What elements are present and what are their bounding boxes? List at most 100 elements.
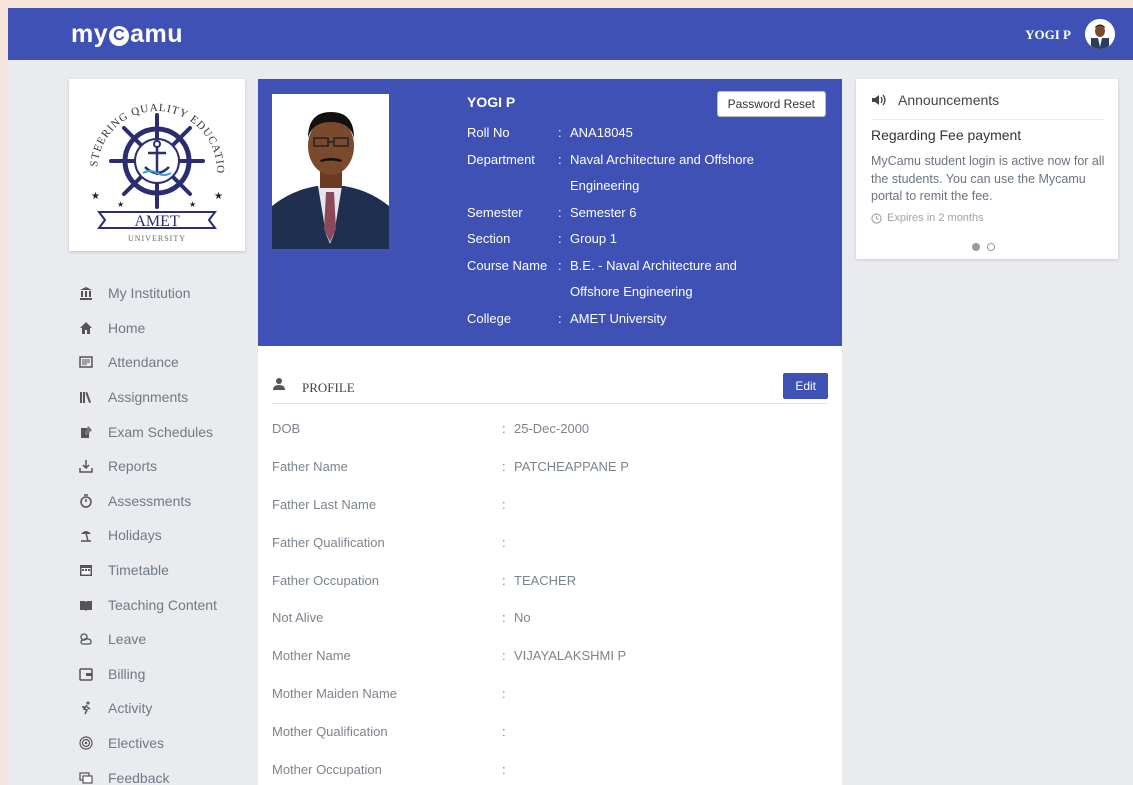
calendar-icon <box>78 562 94 578</box>
student-name: YOGI P <box>467 94 516 110</box>
info-row-section: Section: Group 1 <box>467 226 827 253</box>
info-row-department: Department: Naval Architecture and Offsho… <box>467 147 827 200</box>
sidebar-item-billing[interactable]: Billing <box>78 657 258 692</box>
field-father-last-name: Father Last Name: <box>272 496 506 512</box>
carousel-dot-2[interactable] <box>987 243 995 251</box>
sidebar-nav: My Institution Home Attendance Assignmen… <box>78 276 258 785</box>
info-row-college: College: AMET University <box>467 306 827 333</box>
field-value: TEACHER <box>514 572 577 588</box>
sidebar-item-my-institution[interactable]: My Institution <box>78 276 258 311</box>
sidebar-item-label: Home <box>108 319 146 336</box>
app-frame: myCamu YOGI P STEERING QUALITY EDUCATION <box>8 8 1133 785</box>
sidebar-item-teaching-content[interactable]: Teaching Content <box>78 587 258 622</box>
profile-section-header: PROFILE Edit <box>272 370 828 404</box>
attendance-icon <box>78 354 94 370</box>
logo-text-pre: my <box>71 20 109 48</box>
exam-icon <box>78 424 94 440</box>
info-key: College <box>467 310 512 326</box>
sidebar-item-label: Exam Schedules <box>108 423 214 440</box>
expiry-text: Expires in 2 months <box>887 212 984 224</box>
sidebar-item-assessments[interactable]: Assessments <box>78 484 258 519</box>
field-dob: DOB:25-Dec-2000 <box>272 410 828 448</box>
info-key: Department <box>467 151 535 167</box>
field-father-occupation: Father Occupation: TEACHER <box>272 561 828 599</box>
sidebar-item-label: My Institution <box>108 285 191 302</box>
sidebar-item-label: Teaching Content <box>108 596 217 613</box>
field-key: Father Occupation <box>272 572 379 588</box>
institution-icon <box>78 285 94 301</box>
sidebar-item-feedback[interactable]: Feedback <box>78 760 258 785</box>
field-mother-occupation: Mother Occupation: <box>272 761 506 777</box>
field-key: Not Alive <box>272 610 324 626</box>
home-icon <box>78 320 94 336</box>
field-mother-name: Mother Name: VIJAYALAKSHMI P <box>272 637 828 675</box>
sidebar-item-label: Attendance <box>108 354 179 371</box>
sidebar-item-label: Electives <box>108 735 165 752</box>
announcement-title[interactable]: Regarding Fee payment <box>871 127 1021 143</box>
sidebar-item-label: Leave <box>108 631 147 648</box>
info-value: B.E. - Naval Architecture and Offshore En… <box>570 257 737 300</box>
student-photo <box>272 94 389 249</box>
sidebar-item-leave[interactable]: Leave <box>78 622 258 657</box>
edit-profile-button[interactable]: Edit <box>783 373 828 399</box>
logo-name-text: AMET <box>134 213 180 230</box>
timer-icon <box>78 493 94 509</box>
info-key: Semester <box>467 204 523 220</box>
sidebar-item-label: Assignments <box>108 389 189 406</box>
sidebar-item-assignments[interactable]: Assignments <box>78 380 258 415</box>
field-key: Father Last Name <box>272 496 377 512</box>
announcement-expiry: Expires in 2 months <box>871 212 984 224</box>
profile-details-card: PROFILE Edit DOB:25-Dec-2000 Father Name… <box>258 346 842 785</box>
field-key: DOB <box>272 421 301 437</box>
info-key: Section <box>467 231 511 246</box>
sidebar-item-reports[interactable]: Reports <box>78 449 258 484</box>
assignments-icon <box>78 389 94 405</box>
sidebar-item-label: Timetable <box>108 562 169 579</box>
mycamu-logo[interactable]: my Camu <box>71 20 183 49</box>
profile-fields: DOB:25-Dec-2000 Father Name: PATCHEAPPANE… <box>272 410 828 785</box>
sidebar-item-holidays[interactable]: Holidays <box>78 518 258 553</box>
field-not-alive: Not Alive: No <box>272 599 828 637</box>
announcement-text: MyCamu student login is active now for a… <box>871 154 1105 203</box>
svg-text:★: ★ <box>189 200 196 209</box>
sidebar-item-label: Billing <box>108 665 146 682</box>
logo-sub-text: UNIVERSITY <box>128 234 186 243</box>
field-value: No <box>514 610 531 626</box>
sidebar-item-label: Reports <box>108 458 158 475</box>
top-user-name[interactable]: YOGI P <box>1025 27 1071 43</box>
sidebar-item-attendance[interactable]: Attendance <box>78 345 258 380</box>
field-value: PATCHEAPPANE P <box>514 459 629 475</box>
person-icon <box>272 377 286 396</box>
password-reset-button[interactable]: Password Reset <box>716 91 826 117</box>
amet-university-logo: STEERING QUALITY EDUCATION ★ ★ ★ ★ <box>65 70 226 243</box>
field-value: VIJAYALAKSHMI P <box>514 648 627 664</box>
run-icon <box>78 700 94 716</box>
field-key: Father Qualification <box>272 534 385 550</box>
logo-c-mark: C <box>109 26 130 46</box>
sidebar-item-exam-schedules[interactable]: Exam Schedules <box>78 414 258 449</box>
logo-text-post: amu <box>130 20 184 48</box>
field-key: Mother Name <box>272 648 351 664</box>
svg-text:★: ★ <box>91 191 100 202</box>
carousel-dots <box>972 243 995 251</box>
sidebar-item-activity[interactable]: Activity <box>78 691 258 726</box>
profile-section-title: PROFILE <box>302 380 355 395</box>
field-key: Mother Occupation <box>272 761 382 777</box>
sidebar-item-timetable[interactable]: Timetable <box>78 553 258 588</box>
user-avatar[interactable] <box>1085 19 1115 49</box>
announcements-header: Announcements <box>871 92 1103 120</box>
weather-icon <box>78 631 94 647</box>
sidebar-item-label: Feedback <box>108 769 170 785</box>
sidebar-item-home[interactable]: Home <box>78 311 258 346</box>
book-icon <box>78 597 94 613</box>
student-info-list: Roll No: ANA18045 Department: Naval Archit… <box>467 120 827 332</box>
field-father-qualification: Father Qualification: <box>272 534 506 550</box>
megaphone-icon <box>871 93 889 112</box>
field-mother-qualification: Mother Qualification: <box>272 723 506 739</box>
beach-icon <box>78 527 94 543</box>
field-key: Mother Maiden Name <box>272 685 397 701</box>
field-key: Father Name <box>272 459 348 475</box>
info-value: Naval Architecture and Offshore Engineeri… <box>570 151 755 194</box>
carousel-dot-1[interactable] <box>972 243 980 251</box>
sidebar-item-electives[interactable]: Electives <box>78 726 258 761</box>
